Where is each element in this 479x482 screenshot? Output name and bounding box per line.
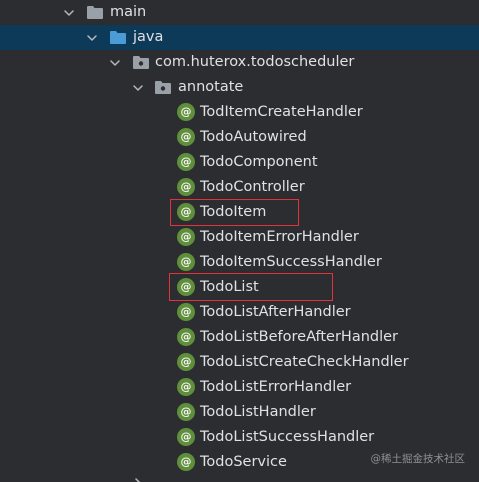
annotation-icon: @	[177, 178, 195, 196]
tree-node-label: main	[110, 4, 147, 20]
annotation-icon: @	[177, 403, 195, 421]
annotation-glyph: @	[180, 430, 192, 443]
tree-node-annotation[interactable]: @ TodoAutowired	[0, 125, 479, 150]
tree-node-label: java	[133, 29, 164, 45]
annotation-glyph: @	[180, 455, 192, 468]
watermark: @稀土掘金技术社区	[370, 453, 466, 465]
annotation-glyph: @	[180, 405, 192, 418]
package-icon	[132, 54, 150, 70]
annotation-icon: @	[177, 203, 195, 221]
annotation-icon: @	[177, 328, 195, 346]
tree-node-annotation[interactable]: @ TodoList	[0, 275, 479, 300]
annotation-glyph: @	[180, 155, 192, 168]
tree-node-label: TodoItemErrorHandler	[200, 229, 359, 245]
tree-node-label: annotate	[178, 79, 244, 95]
tree-node-annotation[interactable]: @ TodoController	[0, 175, 479, 200]
tree-node-label: TodoListBeforeAfterHandler	[200, 329, 399, 345]
tree-node-annotation[interactable]: @ TodoListBeforeAfterHandler	[0, 325, 479, 350]
annotation-glyph: @	[180, 330, 192, 343]
tree-node-label: TodoComponent	[200, 154, 318, 170]
tree-node-annotation[interactable]: @ TodoComponent	[0, 150, 479, 175]
chevron-down-icon[interactable]	[62, 0, 76, 25]
tree-node-annotation[interactable]: @ TodItemCreateHandler	[0, 100, 479, 125]
annotation-icon: @	[177, 453, 195, 471]
annotation-icon: @	[177, 153, 195, 171]
annotation-icon: @	[177, 378, 195, 396]
tree-node-annotation[interactable]: @ TodoItem	[0, 200, 479, 225]
tree-node-java[interactable]: java	[0, 25, 479, 50]
folder-icon	[86, 4, 104, 20]
source-folder-icon	[109, 29, 127, 45]
annotation-icon: @	[177, 353, 195, 371]
annotation-glyph: @	[180, 355, 192, 368]
tree-node-label: TodoListSuccessHandler	[200, 429, 375, 445]
annotation-glyph: @	[180, 130, 192, 143]
annotation-icon: @	[177, 278, 195, 296]
tree-node-annotation[interactable]: @ TodoListAfterHandler	[0, 300, 479, 325]
annotation-icon: @	[177, 103, 195, 121]
tree-node-label: TodoController	[200, 179, 305, 195]
annotation-icon: @	[177, 128, 195, 146]
project-tree: main java com.huterox.todoscheduler anno…	[0, 0, 479, 482]
annotation-glyph: @	[180, 205, 192, 218]
tree-node-label: TodoListHandler	[200, 404, 316, 420]
tree-node-label: com.huterox.todoscheduler	[155, 54, 355, 70]
annotation-glyph: @	[180, 305, 192, 318]
tree-node-annotation[interactable]: @ TodoListCreateCheckHandler	[0, 350, 479, 375]
annotation-glyph: @	[180, 255, 192, 268]
annotation-icon: @	[177, 228, 195, 246]
chevron-down-icon[interactable]	[131, 75, 145, 100]
annotation-glyph: @	[180, 280, 192, 293]
tree-node-label: TodoItem	[200, 204, 267, 220]
annotation-glyph: @	[180, 105, 192, 118]
chevron-down-icon[interactable]	[108, 50, 122, 75]
tree-node-annotation[interactable]: @ TodoListHandler	[0, 400, 479, 425]
tree-node-annotation[interactable]: @ TodoItemErrorHandler	[0, 225, 479, 250]
chevron-down-icon[interactable]	[85, 25, 99, 50]
tree-node-annotate[interactable]: annotate	[0, 75, 479, 100]
tree-node-annotation[interactable]: @ TodoListSuccessHandler	[0, 425, 479, 450]
annotation-icon: @	[177, 428, 195, 446]
annotation-icon: @	[177, 253, 195, 271]
tree-node-package-root[interactable]: com.huterox.todoscheduler	[0, 50, 479, 75]
tree-node-label: TodoService	[200, 454, 287, 470]
annotation-glyph: @	[180, 380, 192, 393]
tree-node-annotation[interactable]: @ TodoItemSuccessHandler	[0, 250, 479, 275]
tree-node-label: TodoListErrorHandler	[200, 379, 352, 395]
annotation-glyph: @	[180, 230, 192, 243]
annotation-icon: @	[177, 303, 195, 321]
tree-node-label: TodoList	[200, 279, 259, 295]
package-icon	[154, 79, 172, 95]
tree-node-main[interactable]: main	[0, 0, 479, 25]
tree-node-annotation[interactable]: @ TodoListErrorHandler	[0, 375, 479, 400]
tree-node-label: TodItemCreateHandler	[200, 104, 363, 120]
tree-node-label: TodoItemSuccessHandler	[200, 254, 382, 270]
tree-node-label: TodoListCreateCheckHandler	[200, 354, 409, 370]
tree-node-label: TodoAutowired	[200, 129, 307, 145]
annotation-glyph: @	[180, 180, 192, 193]
tree-node-label: TodoListAfterHandler	[200, 304, 351, 320]
